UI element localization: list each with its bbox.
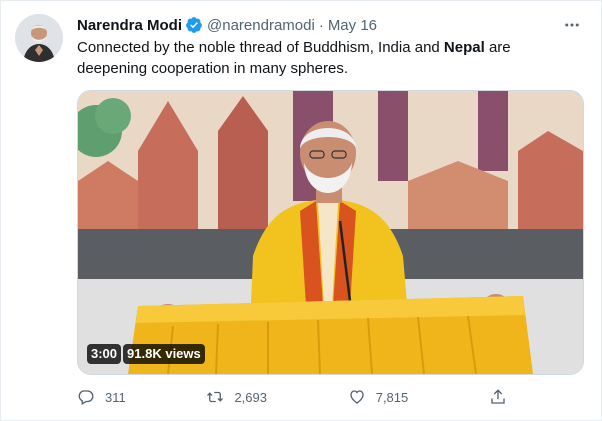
share-button[interactable] (489, 388, 507, 406)
video-badge: 3:00 91.8K views (87, 344, 205, 364)
heart-icon (350, 390, 364, 404)
tweet-text-highlight: Nepal (443, 39, 485, 56)
tweet-card[interactable]: Narendra Modi @narendramodi · May 16 Con… (0, 0, 602, 421)
video-thumbnail (78, 91, 583, 374)
reply-icon (78, 390, 94, 405)
tweet-header: Narendra Modi @narendramodi · May 16 (77, 15, 587, 35)
verified-badge-icon (185, 16, 203, 34)
like-button[interactable]: 7,815 (348, 388, 409, 406)
tweet-date[interactable]: May 16 (328, 17, 377, 34)
share-icon (491, 389, 505, 404)
retweet-button[interactable]: 2,693 (206, 388, 267, 406)
reply-count: 311 (105, 389, 126, 405)
video-views: 91.8K views (123, 344, 205, 364)
like-count: 7,815 (375, 389, 409, 405)
retweet-icon (207, 391, 224, 403)
tweet-text: Connected by the noble thread of Buddhis… (77, 37, 577, 79)
reply-button[interactable]: 311 (77, 388, 126, 406)
separator-dot: · (318, 16, 324, 34)
tweet-text-part-1: Connected by the noble thread of Buddhis… (77, 39, 444, 56)
author-handle[interactable]: @narendramodi (207, 17, 315, 34)
action-bar: 311 2,693 7,815 (77, 385, 507, 409)
more-options-icon[interactable] (561, 15, 583, 35)
avatar[interactable] (15, 14, 63, 62)
video-player[interactable]: 3:00 91.8K views (77, 90, 584, 375)
author-name[interactable]: Narendra Modi (77, 17, 182, 34)
video-duration: 3:00 (87, 344, 122, 364)
retweet-count: 2,693 (234, 389, 267, 405)
